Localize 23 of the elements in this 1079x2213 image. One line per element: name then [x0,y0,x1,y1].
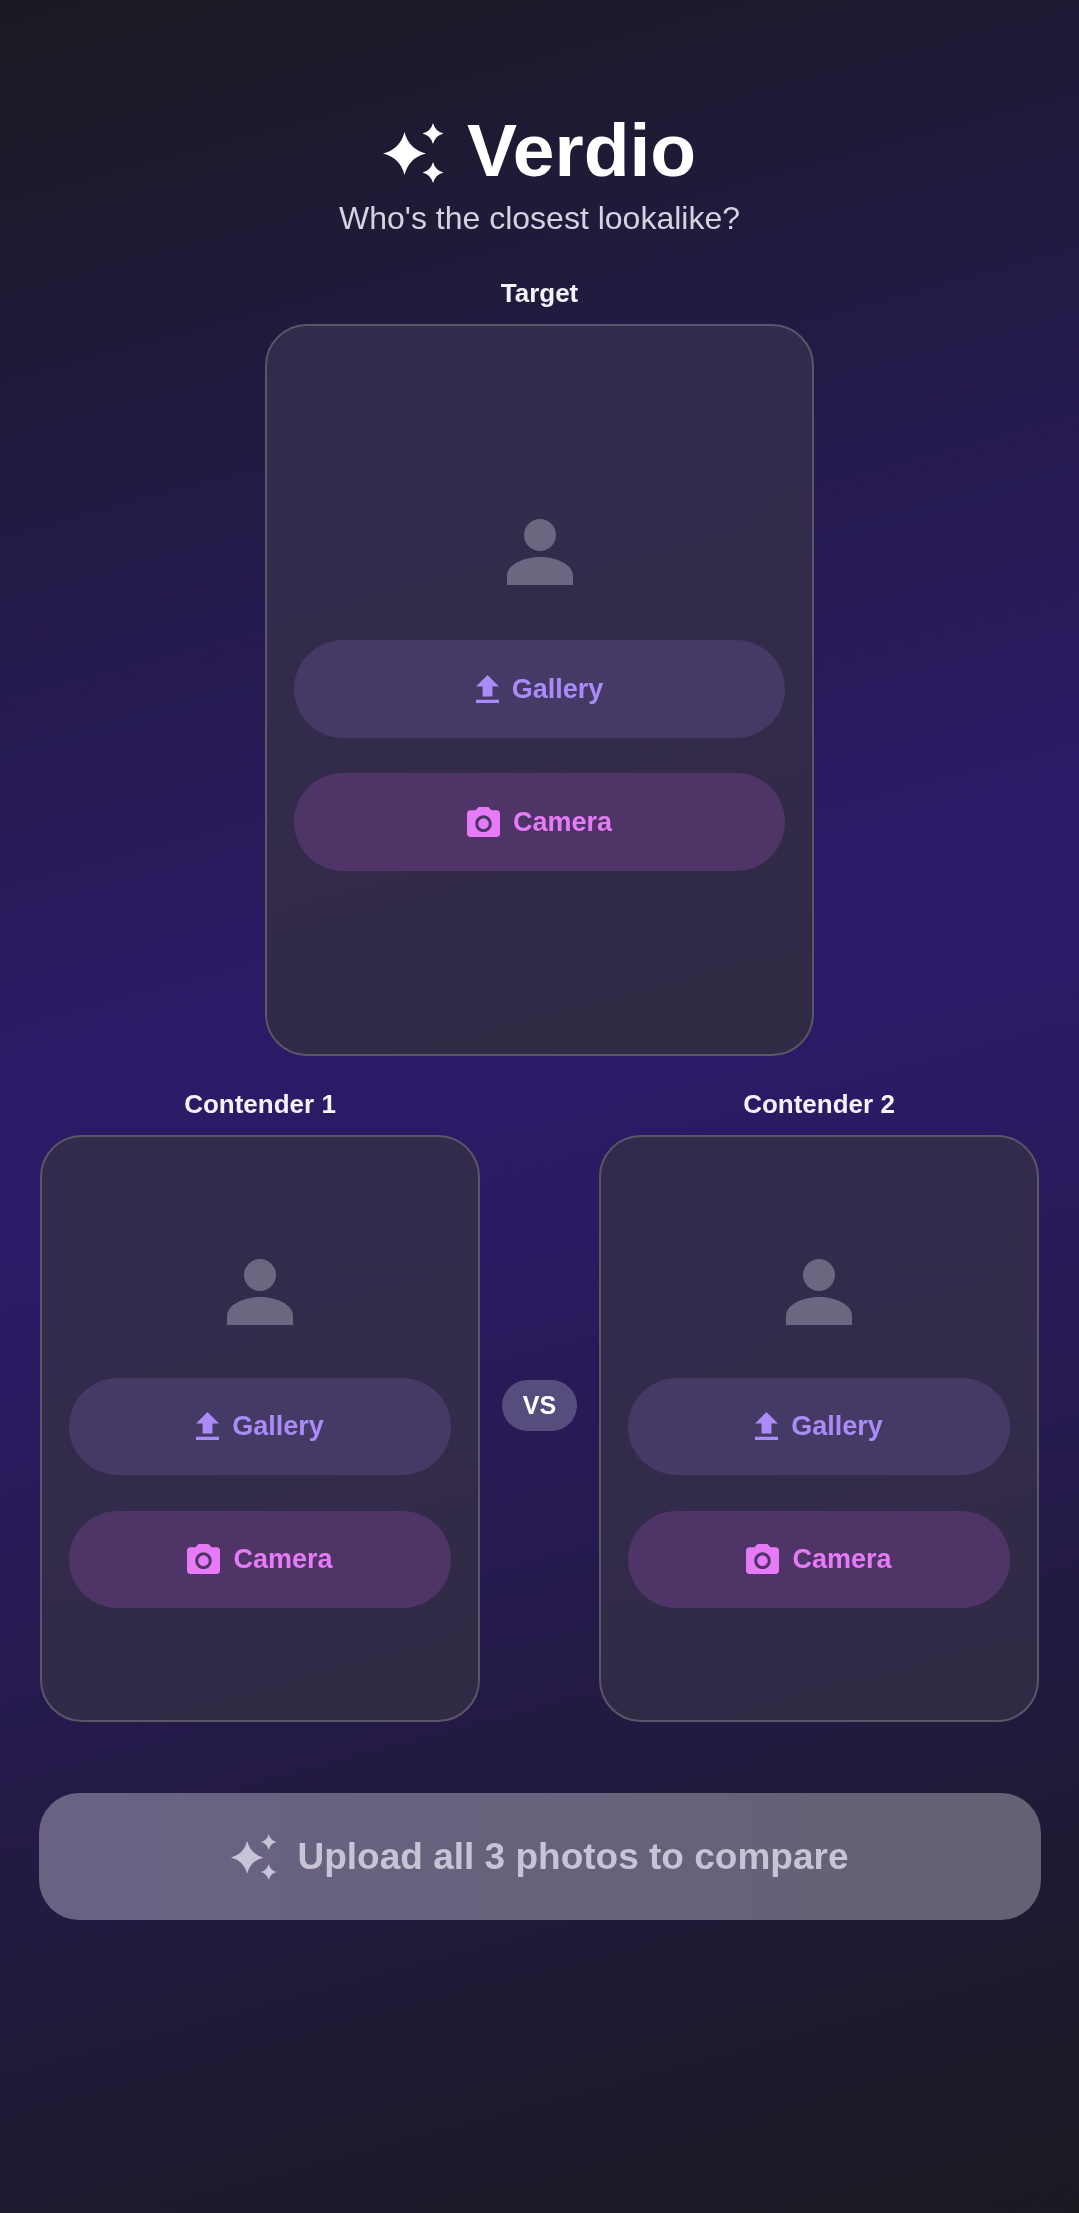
slot-label: Contender 1 [184,1089,336,1119]
camera-button[interactable]: Camera [69,1510,451,1608]
person-icon [227,1258,293,1325]
camera-icon [746,1544,780,1574]
tagline: Who's the closest lookalike? [339,200,740,237]
slot-label: Target [500,278,579,308]
gallery-button[interactable]: Gallery [69,1377,451,1475]
camera-button[interactable]: Camera [628,1510,1010,1608]
camera-button[interactable]: Camera [294,773,785,871]
app-title: Verdio [466,112,697,188]
sparkle-icon [230,1833,277,1880]
gallery-button[interactable]: Gallery [628,1377,1010,1475]
sparkle-icon [382,123,444,183]
camera-icon [466,807,500,837]
person-icon [506,519,573,585]
person-icon [786,1258,852,1325]
upload-icon [475,675,499,703]
upload-icon [196,1412,220,1440]
vs-badge: VS [502,1380,577,1431]
upload-icon [755,1412,779,1440]
gallery-button[interactable]: Gallery [294,640,785,738]
camera-icon [187,1544,221,1574]
slot-label: Contender 2 [743,1089,895,1119]
